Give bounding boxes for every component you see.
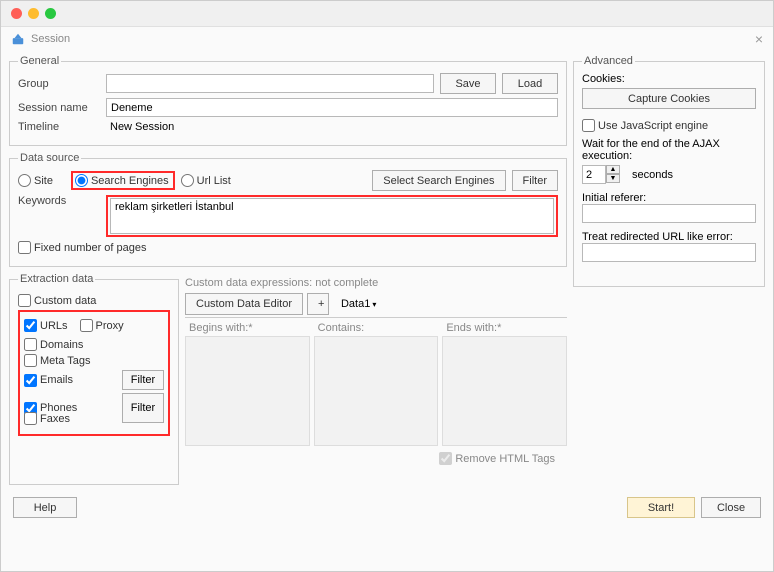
url-list-radio[interactable]: Url List [181, 174, 231, 187]
contains-box[interactable] [314, 336, 439, 446]
footer: Help Start! Close [1, 491, 773, 524]
custom-tabbar: Custom Data Editor + Data1▾ [185, 293, 567, 318]
urls-checkbox[interactable]: URLs [24, 319, 68, 332]
keywords-input[interactable] [110, 198, 554, 234]
ajax-seconds-stepper[interactable]: ▲▼ [582, 165, 626, 184]
save-button[interactable]: Save [440, 73, 496, 94]
site-radio[interactable]: Site [18, 174, 53, 187]
emails-checkbox[interactable]: Emails [24, 374, 73, 387]
custom-header: Custom data expressions: not complete [185, 277, 567, 289]
spin-up-icon[interactable]: ▲ [606, 165, 620, 174]
mac-titlebar [1, 1, 773, 27]
emails-filter-button[interactable]: Filter [122, 370, 164, 390]
mac-zoom-icon[interactable] [45, 8, 56, 19]
treat-redirect-label: Treat redirected URL like error: [582, 231, 756, 243]
session-window: Session × General Group Save Load Sessio… [0, 0, 774, 572]
seconds-label: seconds [632, 169, 673, 181]
start-button[interactable]: Start! [627, 497, 695, 518]
use-js-checkbox[interactable]: Use JavaScript engine [582, 119, 744, 132]
datasource-filter-button[interactable]: Filter [512, 170, 558, 191]
keywords-highlight [106, 195, 558, 237]
fixed-pages-checkbox[interactable]: Fixed number of pages [18, 241, 147, 254]
custom-data-checkbox[interactable]: Custom data [18, 294, 170, 307]
select-search-engines-button[interactable]: Select Search Engines [372, 170, 505, 191]
session-name-label: Session name [18, 102, 100, 114]
proxy-checkbox[interactable]: Proxy [80, 319, 124, 332]
mac-minimize-icon[interactable] [28, 8, 39, 19]
ends-with-label: Ends with:* [442, 320, 567, 336]
search-engines-radio[interactable]: Search Engines [75, 174, 169, 187]
custom-data-editor-button[interactable]: Custom Data Editor [185, 293, 303, 315]
search-engines-highlight: Search Engines [71, 171, 175, 190]
ends-with-box[interactable] [442, 336, 567, 446]
datasource-group: Data source Site Search Engines Url List… [9, 152, 567, 267]
capture-cookies-button[interactable]: Capture Cookies [582, 88, 756, 109]
extraction-group: Extraction data Custom data URLs Proxy D… [9, 273, 179, 485]
keywords-label: Keywords [18, 195, 100, 207]
general-group: General Group Save Load Session name Tim… [9, 55, 567, 146]
session-name-input[interactable] [106, 98, 558, 117]
session-icon [11, 32, 25, 46]
advanced-legend: Advanced [582, 55, 635, 67]
spin-down-icon[interactable]: ▼ [606, 174, 620, 183]
group-label: Group [18, 78, 100, 90]
advanced-group: Advanced Cookies: Capture Cookies Use Ja… [573, 55, 765, 287]
begins-with-box[interactable] [185, 336, 310, 446]
extraction-legend: Extraction data [18, 273, 95, 285]
group-input[interactable] [106, 74, 434, 93]
timeline-label: Timeline [18, 121, 100, 133]
contains-label: Contains: [314, 320, 439, 336]
begins-with-label: Begins with:* [185, 320, 310, 336]
load-button[interactable]: Load [502, 73, 558, 94]
session-header: Session × [1, 27, 773, 51]
meta-tags-checkbox[interactable]: Meta Tags [24, 354, 164, 367]
ajax-seconds-input[interactable] [582, 165, 606, 184]
datasource-legend: Data source [18, 152, 81, 164]
extraction-highlight: URLs Proxy Domains Meta Tags Emails Filt… [18, 310, 170, 436]
session-title: Session [31, 33, 70, 45]
add-tab-button[interactable]: + [307, 293, 329, 315]
chevron-down-icon: ▾ [372, 300, 376, 309]
close-icon[interactable]: × [755, 31, 763, 47]
mac-close-icon[interactable] [11, 8, 22, 19]
help-button[interactable]: Help [13, 497, 77, 518]
close-button[interactable]: Close [701, 497, 761, 518]
treat-redirect-input[interactable] [582, 243, 756, 262]
initial-referer-label: Initial referer: [582, 192, 756, 204]
cookies-label: Cookies: [582, 73, 756, 85]
remove-html-checkbox[interactable]: Remove HTML Tags [439, 452, 555, 465]
domains-checkbox[interactable]: Domains [24, 338, 164, 351]
initial-referer-input[interactable] [582, 204, 756, 223]
general-legend: General [18, 55, 61, 67]
tab-data1[interactable]: Data1▾ [333, 296, 384, 312]
wait-ajax-label: Wait for the end of the AJAX execution: [582, 138, 756, 162]
timeline-value: New Session [106, 121, 174, 133]
phones-filter-button[interactable]: Filter [122, 393, 164, 423]
